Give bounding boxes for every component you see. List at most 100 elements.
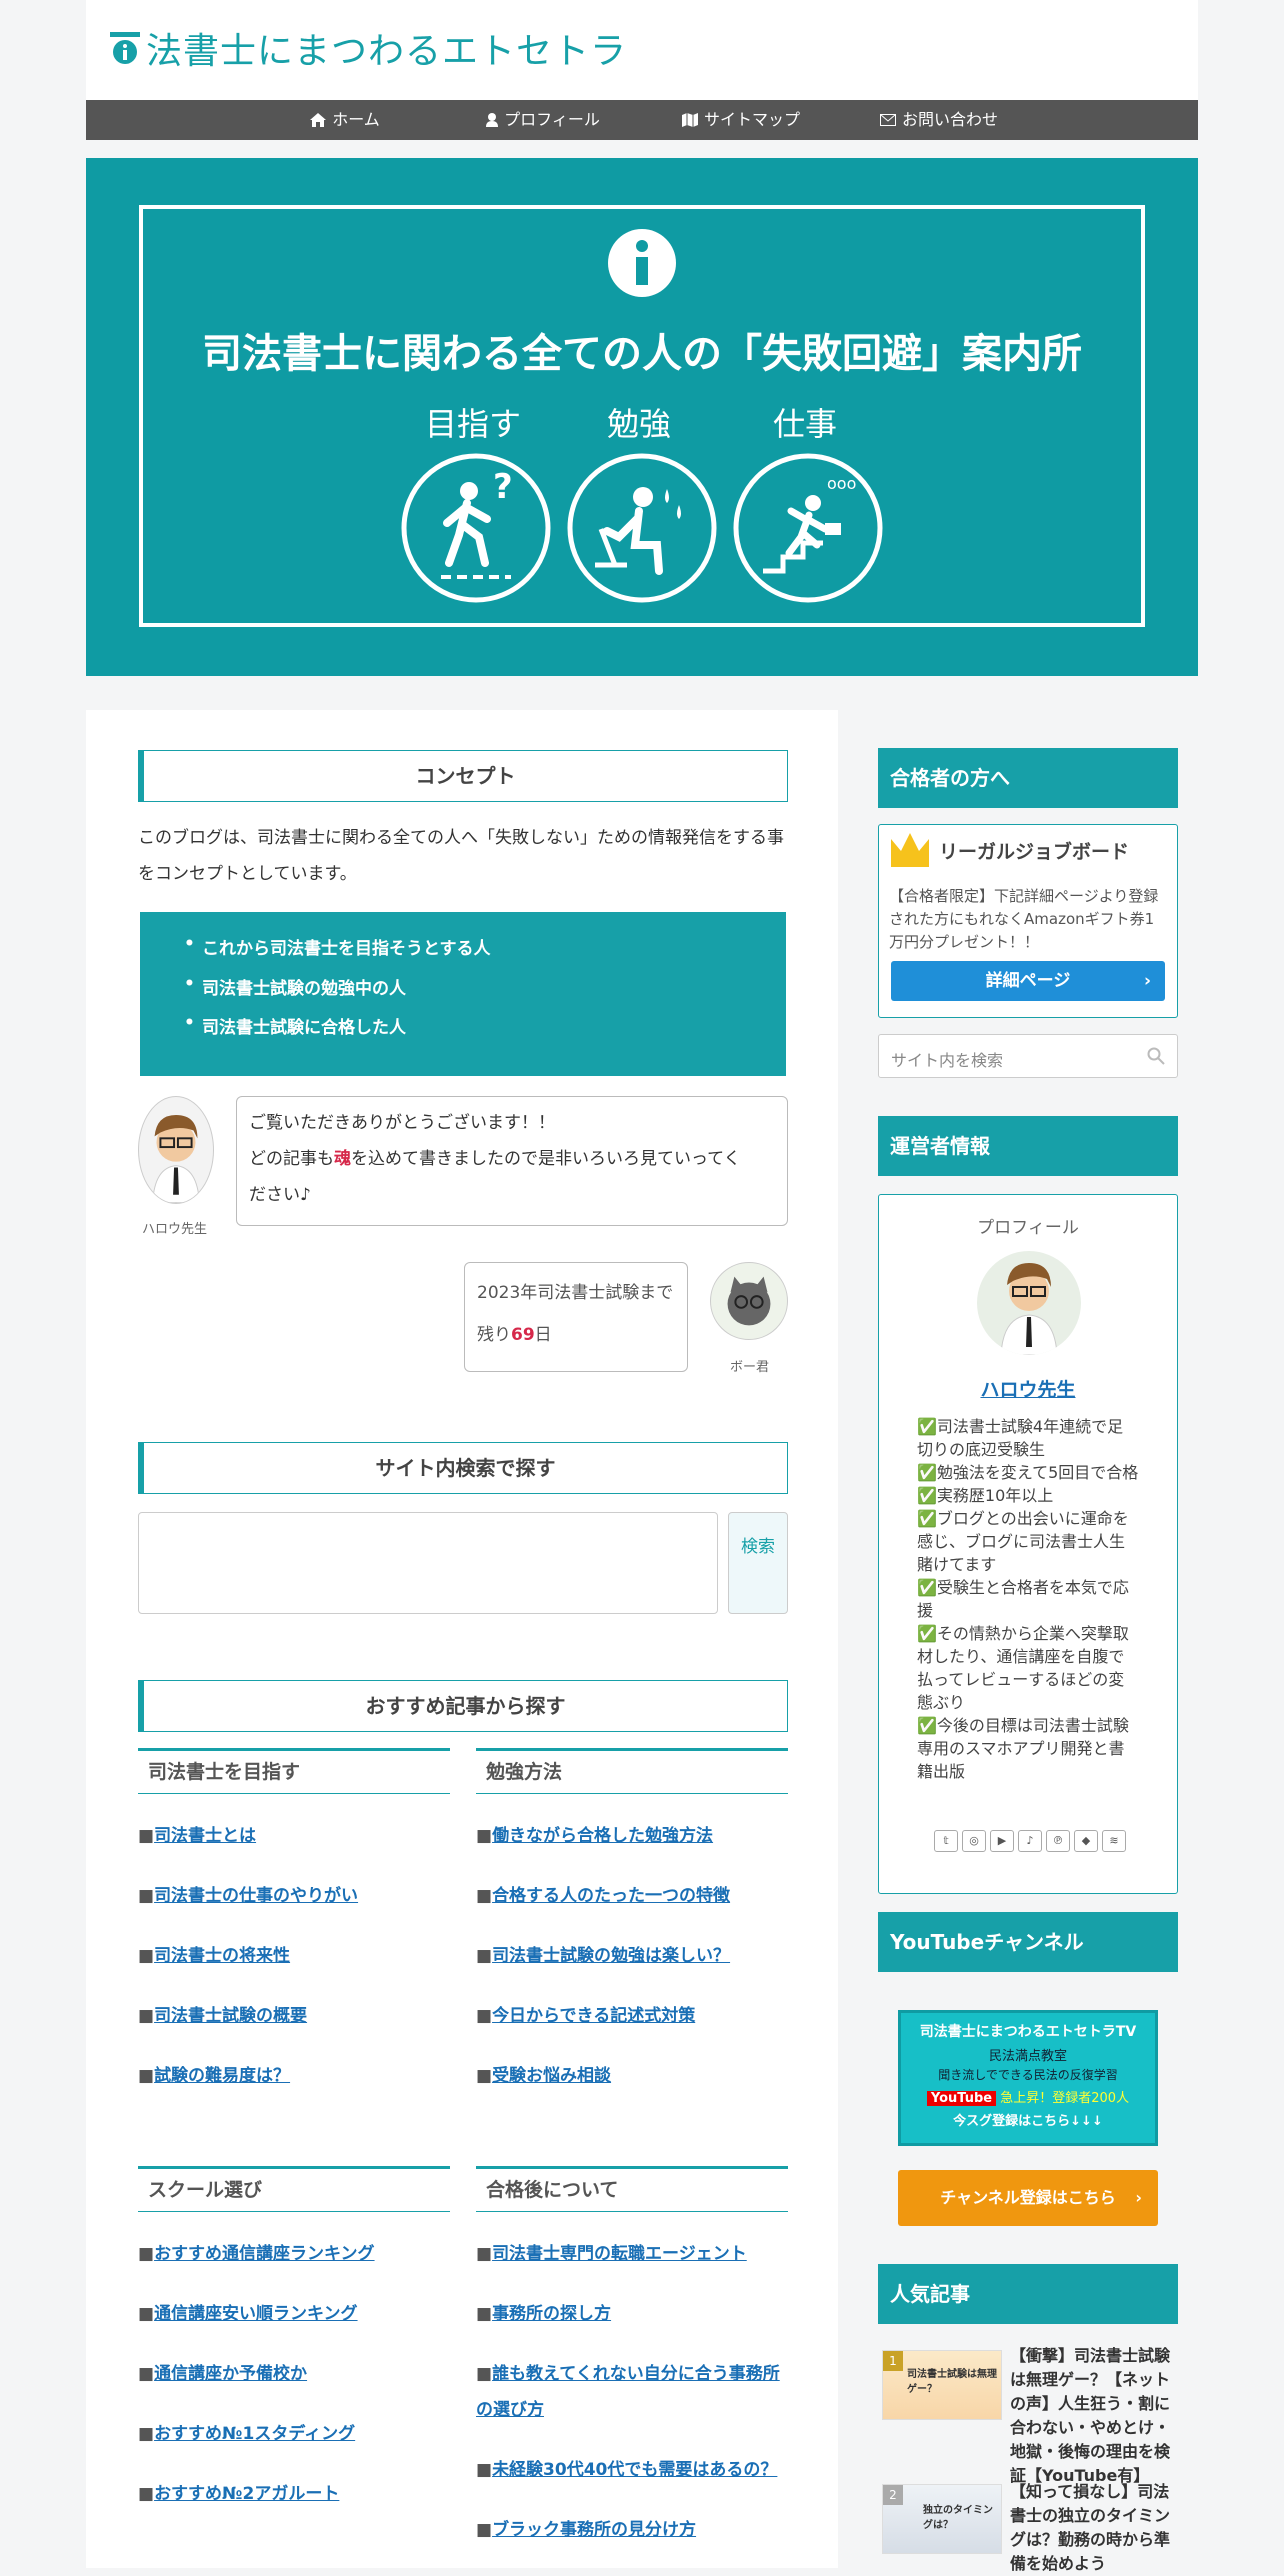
rank-badge: 2 (883, 2485, 903, 2505)
svg-text:?: ? (493, 467, 513, 507)
site-title: 法書士にまつわるエトセトラ (146, 31, 628, 72)
article-link[interactable]: ■おすすめ通信講座ランキング (138, 2236, 375, 2272)
studying-person-icon (567, 453, 717, 603)
feedly-icon[interactable]: ◆ (1074, 1830, 1098, 1852)
hero-title: 司法書士に関わる全ての人の「失敗回避」案内所 (202, 331, 1082, 377)
tiktok-icon[interactable]: ♪ (1018, 1830, 1042, 1852)
operator-profile-card: プロフィール ハロウ先生 ✅司法書士試験4年連続で足切りの底辺受験生 ✅勉強法を… (878, 1194, 1178, 1894)
map-icon (681, 113, 698, 127)
stairs-worker-icon: ooo (733, 453, 883, 603)
site-search-button[interactable]: 検索 (728, 1512, 788, 1614)
popular-thumb-1[interactable]: 1 司法書士試験は無理ゲー？ (882, 2350, 1002, 2420)
article-link[interactable]: ■誰も教えてくれない自分に合う事務所の選び方 (476, 2356, 788, 2428)
recommend-heading: おすすめ記事から探す (138, 1680, 788, 1732)
instagram-icon[interactable]: ◎ (962, 1830, 986, 1852)
article-link[interactable]: ■司法書士専門の転職エージェント (476, 2236, 747, 2272)
article-link[interactable]: ■通信講座安い順ランキング (138, 2296, 358, 2332)
global-nav: ホーム プロフィール サイトマップ お問い合わせ (86, 100, 1198, 140)
hero-label-work: 仕事 (772, 405, 837, 443)
article-link[interactable]: ■司法書士の将来性 (138, 1938, 290, 1974)
list-item: 司法書士試験の勉強中の人 (184, 974, 406, 999)
sidebar-pass-heading: 合格者の方へ (878, 748, 1178, 808)
detail-page-button[interactable]: 詳細ページ › (891, 961, 1165, 1001)
chevron-right-icon: › (1135, 2188, 1142, 2207)
site-search-heading: サイト内検索で探す (138, 1442, 788, 1494)
sidebar-youtube-heading: YouTubeチャンネル (878, 1912, 1178, 1972)
user-icon (486, 113, 499, 127)
svg-text:ooo: ooo (827, 474, 856, 493)
category-heading: 合格後について (476, 2166, 788, 2212)
avatar-name-bo: ボー君 (730, 1360, 770, 1375)
article-link[interactable]: ■司法書士の仕事のやりがい (138, 1878, 358, 1914)
category-heading: 司法書士を目指す (138, 1748, 450, 1794)
speech-bubble-bo: 2023年司法書士試験まで 残り69日 (464, 1262, 688, 1372)
legal-job-board-card: リーガルジョブボード 【合格者限定】下記詳細ページより登録された方にもれなくAm… (878, 824, 1178, 1018)
site-header: 法書士にまつわるエトセトラ (86, 0, 1198, 100)
channel-subscribe-button[interactable]: チャンネル登録はこちら › (898, 2170, 1158, 2226)
popular-thumb-2[interactable]: 2 独立のタイミングは？ (882, 2484, 1002, 2554)
nav-profile[interactable]: プロフィール (444, 100, 642, 140)
youtube-logo: YouTube (926, 2091, 997, 2106)
profile-label: プロフィール (977, 1218, 1079, 1238)
hero-banner[interactable]: 司法書士に関わる全ての人の「失敗回避」案内所 目指す 勉強 仕事 ? ooo (86, 158, 1198, 676)
home-icon (310, 113, 327, 127)
legal-job-board-title: リーガルジョブボード (939, 841, 1130, 863)
article-link[interactable]: ■事務所の探し方 (476, 2296, 611, 2332)
article-link[interactable]: ■今日からできる記述式対策 (476, 1998, 695, 2034)
hero-frame: 司法書士に関わる全ての人の「失敗回避」案内所 目指す 勉強 仕事 ? ooo (139, 205, 1145, 627)
article-link[interactable]: ■司法書士試験の概要 (138, 1998, 307, 2034)
youtube-icon[interactable]: ▶ (990, 1830, 1014, 1852)
info-logo-icon (110, 32, 140, 64)
profile-avatar (977, 1251, 1081, 1355)
hero-label-aim: 目指す (424, 405, 521, 443)
popular-title-1[interactable]: 【衝撃】司法書士試験は無理ゲー？【ネットの声】人生狂う・割に合わない・やめとけ・… (1010, 2344, 1180, 2488)
sidebar-popular-heading: 人気記事 (878, 2264, 1178, 2324)
mail-icon (879, 114, 896, 126)
article-link[interactable]: ■働きながら合格した勉強方法 (476, 1818, 713, 1854)
rank-badge: 1 (883, 2351, 903, 2371)
pinterest-icon[interactable]: ℗ (1046, 1830, 1070, 1852)
crown-icon (891, 833, 929, 867)
profile-name-link[interactable]: ハロウ先生 (879, 1375, 1177, 1402)
site-search-input[interactable] (138, 1512, 718, 1614)
article-link[interactable]: ■おすすめ№2アガルート (138, 2476, 339, 2512)
youtube-channel-banner[interactable]: 司法書士にまつわるエトセトラTV 民法満点教室 聞き流しでできる民法の反復学習 … (898, 2010, 1158, 2146)
list-item: 司法書士試験に合格した人 (184, 1013, 406, 1038)
info-icon (608, 229, 676, 297)
concept-text: このブログは、司法書士に関わる全ての人へ「失敗しない」ための情報発信をする事をコ… (138, 828, 784, 884)
sns-icons: 𝕥 ◎ ▶ ♪ ℗ ◆ ≋ (934, 1830, 1126, 1852)
twitter-icon[interactable]: 𝕥 (934, 1830, 958, 1852)
article-link[interactable]: ■ブラック事務所の見分け方 (476, 2512, 696, 2548)
popular-title-2[interactable]: 【知って損なし】司法書士の独立のタイミングは？勤務の時から準備を始めよう (1010, 2480, 1180, 2576)
sidebar-search-input[interactable]: サイト内を検索 (878, 1034, 1178, 1078)
avatar-hallow (138, 1096, 214, 1204)
nav-contact[interactable]: お問い合わせ (840, 100, 1038, 140)
category-heading: スクール選び (138, 2166, 450, 2212)
article-link[interactable]: ■合格する人のたった一つの特徴 (476, 1878, 730, 1914)
hero-label-study: 勉強 (606, 405, 671, 443)
article-link[interactable]: ■試験の難易度は？ (138, 2058, 290, 2094)
article-link[interactable]: ■未経験30代40代でも需要はあるの？ (476, 2452, 777, 2488)
article-link[interactable]: ■通信講座か予備校か (138, 2356, 307, 2392)
article-link[interactable]: ■司法書士とは (138, 1818, 256, 1854)
avatar-name-hallow: ハロウ先生 (142, 1222, 208, 1237)
concept-heading: コンセプト (138, 750, 788, 802)
article-link[interactable]: ■司法書士試験の勉強は楽しい？ (476, 1938, 730, 1974)
main-content: コンセプト このブログは、司法書士に関わる全ての人へ「失敗しない」ための情報発信… (86, 710, 838, 2568)
chevron-right-icon: › (1143, 971, 1151, 991)
walking-person-icon: ? (401, 453, 551, 603)
avatar-bo (710, 1262, 788, 1340)
nav-home[interactable]: ホーム (246, 100, 444, 140)
list-item: これから司法書士を目指そうとする人 (184, 934, 490, 959)
profile-bio: ✅司法書士試験4年連続で足切りの底辺受験生 ✅勉強法を変えて5回目で合格 ✅実務… (917, 1417, 1139, 1781)
site-logo[interactable]: 法書士にまつわるエトセトラ (110, 22, 627, 74)
article-link[interactable]: ■受験お悩み相談 (476, 2058, 611, 2094)
search-icon[interactable] (1147, 1047, 1165, 1065)
sidebar-operator-heading: 運営者情報 (878, 1116, 1178, 1176)
nav-sitemap[interactable]: サイトマップ (642, 100, 840, 140)
article-link[interactable]: ■おすすめ№1スタディング (138, 2416, 355, 2452)
concept-target-list: これから司法書士を目指そうとする人 司法書士試験の勉強中の人 司法書士試験に合格… (140, 912, 786, 1076)
rss-icon[interactable]: ≋ (1102, 1830, 1126, 1852)
legal-job-board-text: 【合格者限定】下記詳細ページより登録された方にもれなくAmazonギフト券1万円… (889, 887, 1159, 951)
speech-bubble-hallow: ご覧いただきありがとうございます！！ どの記事も魂を込めて書きましたので是非いろ… (236, 1096, 788, 1226)
